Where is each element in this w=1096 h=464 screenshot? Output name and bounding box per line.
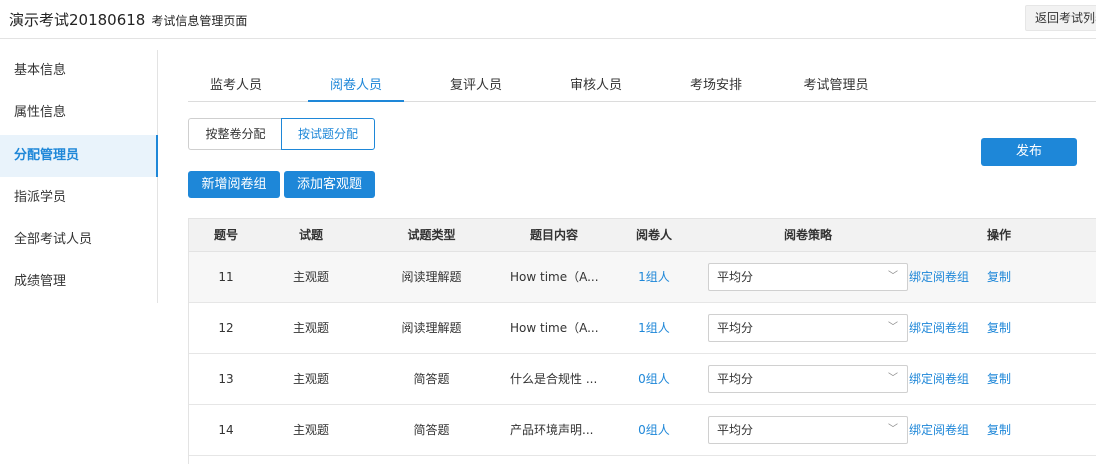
cell-question: 主观题 — [292, 423, 329, 437]
tab-markers[interactable]: 阅卷人员 — [308, 70, 404, 102]
strategy-value: 平均分 — [717, 270, 754, 284]
cell-question-no: 11 — [218, 270, 234, 284]
cell-question: 主观题 — [292, 372, 329, 386]
strategy-select[interactable]: 平均分 ﹀ — [708, 416, 908, 444]
sidebar-item-basic-info[interactable]: 基本信息 — [0, 50, 158, 92]
tab-exam-room-arrangement[interactable]: 考场安排 — [668, 70, 764, 102]
publish-button[interactable]: 发布 — [981, 138, 1077, 166]
header-strategy: 阅卷策略 — [783, 228, 832, 242]
cell-question-no: 12 — [218, 321, 234, 335]
table-row: 13 主观题 简答题 什么是合规性 ... 0组人 平均分 ﹀ 绑定阅卷组 复制 — [189, 354, 1096, 405]
copy-link[interactable]: 复制 — [979, 252, 1019, 302]
sidebar: 基本信息 属性信息 分配管理员 指派学员 全部考试人员 成绩管理 — [0, 50, 158, 303]
tab-invigilators[interactable]: 监考人员 — [188, 70, 284, 102]
tab-reviewers[interactable]: 复评人员 — [428, 70, 524, 102]
cell-question-type: 阅读理解题 — [401, 270, 462, 284]
cell-content: 什么是合规性 ... — [510, 372, 598, 386]
cell-content: How time（A... — [510, 321, 599, 335]
table-row: 14 主观题 简答题 产品环境声明... 0组人 平均分 ﹀ 绑定阅卷组 复制 — [189, 405, 1096, 456]
copy-link[interactable]: 复制 — [979, 354, 1019, 404]
bind-marking-group-link[interactable]: 绑定阅卷组 — [908, 354, 970, 404]
tab-auditors[interactable]: 审核人员 — [548, 70, 644, 102]
header-content: 题目内容 — [529, 228, 578, 242]
strategy-select[interactable]: 平均分 ﹀ — [708, 365, 908, 393]
back-to-list-button[interactable]: 返回考试列表 — [1025, 5, 1096, 31]
role-tabs: 监考人员 阅卷人员 复评人员 审核人员 考场安排 考试管理员 — [188, 70, 1096, 102]
sidebar-item-score-management[interactable]: 成绩管理 — [0, 261, 158, 303]
cell-question: 主观题 — [292, 270, 329, 284]
exam-name: 演示考试20180618 — [9, 11, 146, 29]
top-bar: 演示考试20180618 考试信息管理页面 返回考试列表 — [0, 0, 1096, 39]
cell-content: How time（A... — [510, 270, 599, 284]
chevron-down-icon: ﹀ — [888, 322, 898, 333]
page-label: 考试信息管理页面 — [151, 14, 248, 28]
assign-by-whole-paper-button[interactable]: 按整卷分配 — [188, 118, 282, 150]
strategy-value: 平均分 — [717, 372, 754, 386]
markers-link[interactable]: 0组人 — [604, 405, 704, 455]
copy-link[interactable]: 复制 — [979, 405, 1019, 455]
strategy-select[interactable]: 平均分 ﹀ — [708, 263, 908, 291]
strategy-select[interactable]: 平均分 ﹀ — [708, 314, 908, 342]
tab-exam-admins[interactable]: 考试管理员 — [788, 70, 884, 102]
cell-question: 主观题 — [292, 321, 329, 335]
markers-link[interactable]: 1组人 — [604, 252, 704, 302]
add-objective-question-button[interactable]: 添加客观题 — [284, 171, 375, 198]
header-actions: 操作 — [986, 228, 1011, 242]
chevron-down-icon: ﹀ — [888, 373, 898, 384]
header-question-no: 题号 — [213, 228, 238, 242]
sidebar-item-assign-students[interactable]: 指派学员 — [0, 177, 158, 219]
chevron-down-icon: ﹀ — [888, 424, 898, 435]
sidebar-item-assign-admin[interactable]: 分配管理员 — [0, 135, 158, 177]
question-assignment-table: 题号 试题 试题类型 题目内容 阅卷人 阅卷策略 操作 11 主观题 阅读理解题… — [188, 218, 1096, 464]
header-markers: 阅卷人 — [635, 228, 672, 242]
new-marking-group-button[interactable]: 新增阅卷组 — [188, 171, 280, 198]
markers-link[interactable]: 0组人 — [604, 354, 704, 404]
cell-content: 产品环境声明... — [510, 423, 594, 437]
bind-marking-group-link[interactable]: 绑定阅卷组 — [908, 405, 970, 455]
cell-question-no: 14 — [218, 423, 234, 437]
strategy-value: 平均分 — [717, 423, 754, 437]
bind-marking-group-link[interactable]: 绑定阅卷组 — [908, 303, 970, 353]
table-row: 11 主观题 阅读理解题 How time（A... 1组人 平均分 ﹀ 绑定阅卷… — [189, 252, 1096, 303]
strategy-value: 平均分 — [717, 321, 754, 335]
page-title: 演示考试20180618 考试信息管理页面 — [9, 9, 247, 30]
assign-by-question-button[interactable]: 按试题分配 — [281, 118, 375, 150]
cell-question-no: 13 — [218, 372, 234, 386]
copy-link[interactable]: 复制 — [979, 303, 1019, 353]
cell-question-type: 简答题 — [413, 423, 450, 437]
markers-link[interactable]: 1组人 — [604, 303, 704, 353]
chevron-down-icon: ﹀ — [888, 271, 898, 282]
sidebar-item-all-exam-staff[interactable]: 全部考试人员 — [0, 219, 158, 261]
table-header: 题号 试题 试题类型 题目内容 阅卷人 阅卷策略 操作 — [189, 219, 1096, 252]
sidebar-item-attribute-info[interactable]: 属性信息 — [0, 92, 158, 134]
cell-question-type: 阅读理解题 — [401, 321, 462, 335]
header-question-type: 试题类型 — [407, 228, 456, 242]
header-question: 试题 — [298, 228, 323, 242]
bind-marking-group-link[interactable]: 绑定阅卷组 — [908, 252, 970, 302]
cell-question-type: 简答题 — [413, 372, 450, 386]
table-row: 12 主观题 阅读理解题 How time（A... 1组人 平均分 ﹀ 绑定阅卷… — [189, 303, 1096, 354]
